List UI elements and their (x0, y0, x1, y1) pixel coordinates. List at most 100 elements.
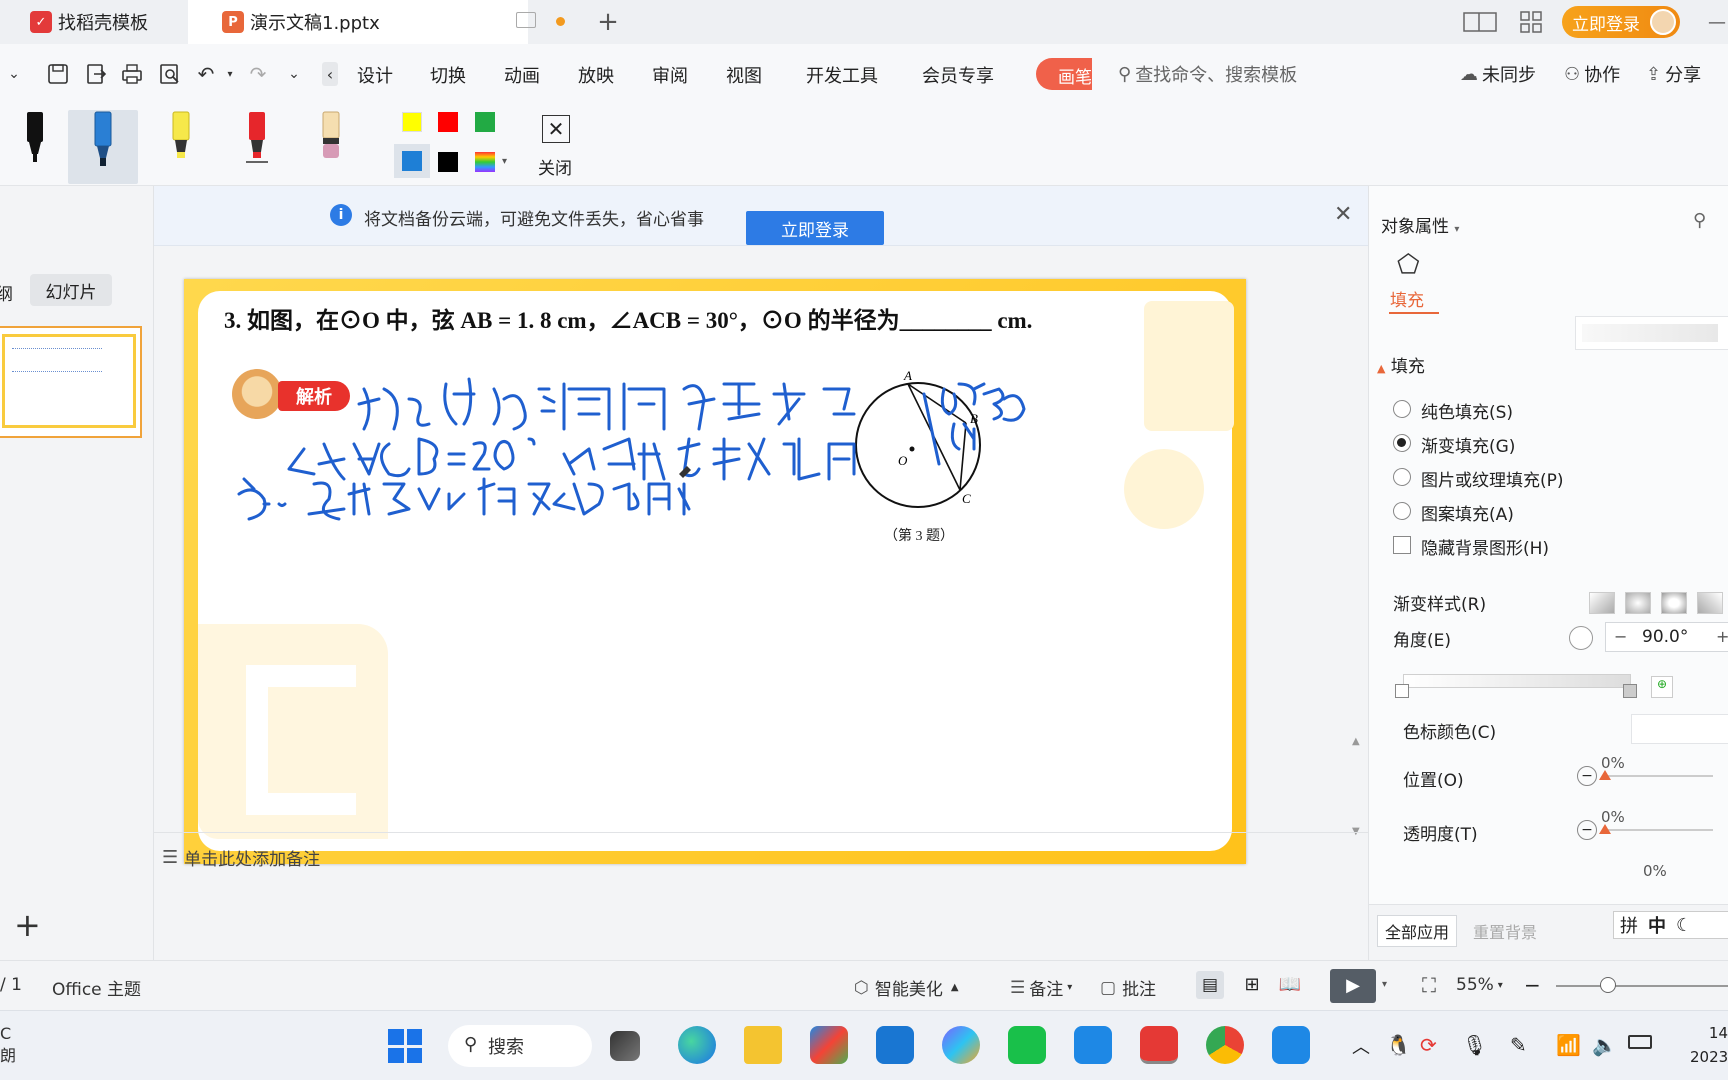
tray-chevron-icon[interactable]: ︿ (1352, 1033, 1370, 1059)
swatch-green[interactable] (475, 112, 495, 132)
position-slider[interactable] (1603, 775, 1713, 777)
play-dropdown-icon[interactable]: ▾ (1382, 979, 1387, 990)
play-button[interactable]: ▶ (1330, 969, 1376, 1003)
notice-login-button[interactable]: 立即登录 (746, 211, 884, 245)
wifi-icon[interactable]: 📶 (1556, 1033, 1581, 1057)
fill-color-dropdown[interactable] (1575, 316, 1728, 350)
export-icon[interactable] (84, 62, 108, 86)
scroll-left-icon[interactable]: ‹ (322, 62, 338, 86)
swatch-red[interactable] (438, 112, 458, 132)
feishu-icon[interactable] (1074, 1026, 1112, 1064)
transparency-thumb[interactable] (1599, 824, 1611, 834)
edge-icon[interactable] (678, 1026, 716, 1064)
reset-bg-button[interactable]: 重置背景 (1465, 915, 1545, 947)
task-view-icon[interactable] (610, 1031, 640, 1061)
login-button[interactable]: 立即登录 (1562, 6, 1680, 38)
tab-docer[interactable]: ✓ 找稻壳模板 (0, 0, 186, 44)
ime-toolbar[interactable]: 拼 中 ☾ (1613, 911, 1728, 939)
properties-header[interactable]: 对象属性 ▾ (1381, 212, 1459, 237)
new-tab-button[interactable]: + (594, 7, 622, 37)
iqiyi-icon[interactable] (1008, 1026, 1046, 1064)
tab-slides[interactable]: 幻灯片 (30, 274, 112, 306)
angle-stepper[interactable]: − 90.0° + (1605, 622, 1728, 652)
scroll-up-icon[interactable]: ▲ (1352, 736, 1360, 747)
gradient-style-linear[interactable] (1589, 592, 1615, 614)
angle-dial[interactable] (1569, 626, 1593, 650)
add-slide-button[interactable]: + (14, 906, 41, 944)
angle-value[interactable]: 90.0° (1642, 627, 1688, 647)
notes-button[interactable]: ☰ 备注 ▾ (1010, 975, 1072, 1001)
mail-icon[interactable] (876, 1026, 914, 1064)
zoom-thumb[interactable] (1600, 977, 1616, 993)
transparency-slider[interactable] (1603, 829, 1713, 831)
radio-solid-fill[interactable] (1393, 400, 1411, 418)
eraser[interactable] (296, 110, 366, 184)
angle-decrement[interactable]: − (1614, 627, 1627, 646)
wps-icon[interactable] (1140, 1026, 1178, 1064)
zoom-level[interactable]: 55% ▾ (1456, 975, 1503, 995)
undo-dropdown-icon[interactable]: ▾ (218, 62, 242, 86)
highlighter-yellow[interactable] (146, 110, 216, 184)
mic-icon[interactable]: 🎙 (1462, 1033, 1487, 1057)
print-preview-icon[interactable] (158, 62, 182, 86)
redo-icon[interactable]: ↷ (246, 62, 270, 86)
swatch-yellow[interactable] (402, 112, 422, 132)
menu-review[interactable]: 审阅 (652, 62, 688, 88)
minimize-icon[interactable]: — (1706, 8, 1728, 36)
highlighter-red[interactable] (222, 110, 292, 184)
reading-view-icon[interactable]: 📖 (1276, 971, 1304, 999)
clock[interactable]: 14 2023/ (1690, 1021, 1728, 1069)
gradient-bar[interactable] (1403, 674, 1631, 688)
file-explorer-icon[interactable] (744, 1026, 782, 1064)
apply-all-button[interactable]: 全部应用 (1377, 915, 1457, 947)
beautify-button[interactable]: ⬡ 智能美化 ▲ (854, 975, 959, 1001)
print-icon[interactable] (120, 62, 144, 86)
fill-tab[interactable]: ⬠ 填充 (1389, 246, 1439, 314)
more-colors-dropdown-icon[interactable]: ▾ (502, 156, 507, 167)
swatch-blue-selected[interactable] (394, 144, 430, 178)
fit-window-icon[interactable]: ⛶ (1422, 973, 1436, 997)
photos-icon[interactable] (1272, 1026, 1310, 1064)
store-icon[interactable] (810, 1026, 848, 1064)
menu-view[interactable]: 视图 (726, 62, 762, 88)
qq-icon[interactable]: 🐧 (1386, 1033, 1411, 1057)
weather-widget[interactable]: C 朗 (0, 1023, 16, 1067)
angle-increment[interactable]: + (1716, 627, 1728, 646)
sync-tray-icon[interactable]: ⟳ (1420, 1033, 1437, 1057)
menu-slideshow[interactable]: 放映 (578, 62, 614, 88)
undo-icon[interactable]: ↶ (194, 62, 218, 86)
ime-chinese[interactable]: 中 (1648, 912, 1666, 938)
swatch-black[interactable] (438, 152, 458, 172)
position-thumb[interactable] (1599, 770, 1611, 780)
share-button[interactable]: ⇪ 分享 (1646, 61, 1701, 87)
radio-gradient-fill[interactable] (1393, 434, 1411, 452)
chevron-down-icon[interactable]: ⌄ (2, 62, 26, 86)
layout-icon[interactable] (1462, 8, 1498, 36)
pin-icon[interactable]: ⚲ (1693, 210, 1706, 231)
monitor-icon[interactable] (516, 12, 536, 28)
search-box[interactable]: ⚲ 查找命令、搜索模板 (1118, 60, 1418, 88)
ime-pinyin[interactable]: 拼 (1620, 912, 1638, 938)
tab-pen[interactable]: 画笔 (1036, 58, 1092, 90)
normal-view-icon[interactable]: ▤ (1196, 971, 1224, 999)
sorter-view-icon[interactable]: ⊞ (1238, 971, 1266, 999)
checkbox-hide-bg[interactable] (1393, 536, 1411, 554)
start-button[interactable] (388, 1029, 422, 1063)
zoom-out-icon[interactable]: − (1524, 973, 1541, 997)
tab-presentation[interactable]: P 演示文稿1.pptx (188, 0, 565, 44)
apps-grid-icon[interactable] (1516, 8, 1546, 36)
add-stop-icon[interactable]: ⊕ (1651, 676, 1673, 698)
copilot-icon[interactable] (942, 1026, 980, 1064)
gradient-stop-right[interactable] (1623, 684, 1637, 698)
pen-tray-icon[interactable]: ✎ (1510, 1033, 1527, 1057)
menu-transition[interactable]: 切换 (430, 62, 466, 88)
menu-developer[interactable]: 开发工具 (806, 62, 878, 88)
notes-area[interactable]: ☰ 单击此处添加备注 (162, 842, 320, 872)
comments-button[interactable]: ▢ 批注 (1100, 975, 1156, 1001)
gradient-style-path[interactable] (1697, 592, 1723, 614)
volume-icon[interactable]: 🔈 (1592, 1033, 1617, 1057)
taskbar-search[interactable]: ⚲ 搜索 (448, 1025, 592, 1067)
battery-icon[interactable] (1628, 1035, 1652, 1049)
gradient-stop-left[interactable] (1395, 684, 1409, 698)
customize-toolbar-icon[interactable]: ⌄ (282, 62, 306, 86)
